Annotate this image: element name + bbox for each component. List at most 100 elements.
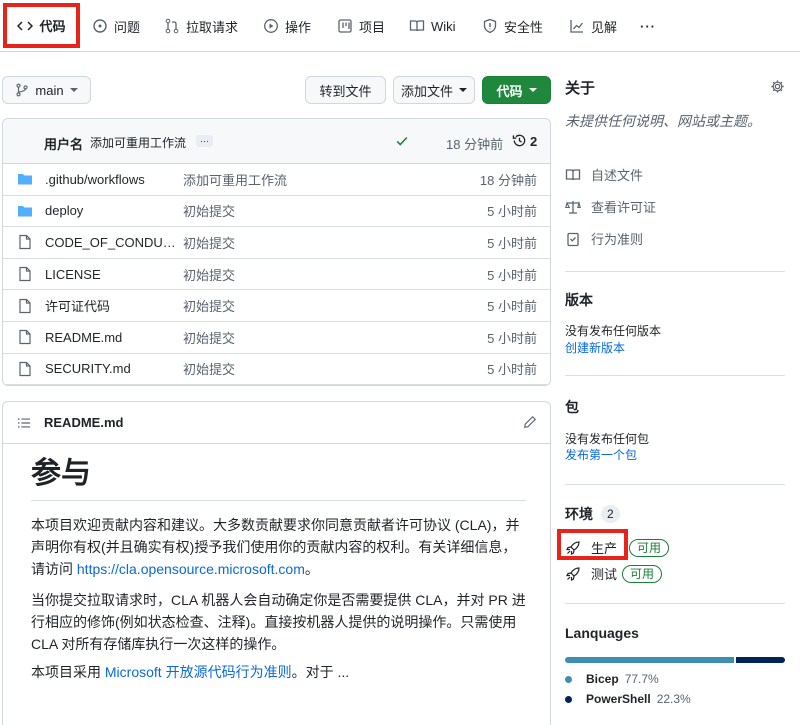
file-commit-message[interactable]: 初始提交 — [183, 296, 235, 315]
releases-empty: 没有发布任何版本 — [565, 324, 662, 338]
environments-title[interactable]: 环境 — [565, 504, 593, 524]
file-commit-message[interactable]: 初始提交 — [183, 328, 235, 347]
about-links: 自述文件 查看许可证 行为准则 — [565, 165, 785, 255]
tab-actions[interactable]: 操作 — [263, 0, 311, 52]
go-to-file-button[interactable]: 转到文件 — [305, 76, 386, 104]
language-item-powershell[interactable]: PowerShell 22.3% — [565, 692, 785, 706]
file-row[interactable]: CODE_OF_CONDUKT... 初始提交 5 小时前 — [3, 227, 550, 259]
status-badge: 可用 — [622, 565, 663, 583]
history-icon[interactable] — [512, 133, 527, 148]
readme-paragraph-2: 当你提交拉取请求时，CLA 机器人会自动确定你是否需要提供 CLA，并对 PR … — [31, 592, 526, 652]
tab-wiki[interactable]: Wiki — [409, 0, 456, 52]
language-percent: 22.3% — [656, 692, 691, 706]
releases-title[interactable]: 版本 — [565, 290, 785, 310]
tab-label: 安全性 — [504, 19, 544, 35]
file-row[interactable]: SECURITY.md 初始提交 5 小时前 — [3, 354, 550, 385]
environments-header: 环境 2 — [565, 504, 785, 524]
p3-text: 本项目采用 — [31, 664, 105, 680]
tab-projects[interactable]: 项目 — [337, 0, 385, 52]
clipboard-icon — [567, 232, 579, 246]
file-name[interactable]: SECURITY.md — [45, 361, 177, 376]
file-row[interactable]: LICENSE 初始提交 5 小时前 — [3, 259, 550, 291]
tab-issues[interactable]: 问题 — [92, 0, 140, 52]
divider — [565, 484, 785, 485]
file-icon — [17, 298, 33, 314]
commit-message[interactable]: 添加可重用工作流 — [90, 134, 186, 151]
tab-code[interactable]: 代码 — [3, 3, 80, 48]
tab-label: 见解 — [591, 19, 618, 35]
cla-link[interactable]: https://cla.opensource.microsoft.com — [77, 561, 305, 577]
more-tabs-button[interactable]: ··· — [640, 0, 656, 52]
commit-author[interactable]: 用户名 — [44, 134, 83, 153]
file-name[interactable]: .github/workflows — [45, 172, 177, 187]
chevron-down-icon — [459, 88, 467, 92]
environments-count: 2 — [601, 505, 620, 523]
tab-security[interactable]: 安全性 — [482, 0, 543, 52]
file-commit-message[interactable]: 初始提交 — [183, 201, 235, 220]
file-browser: 用户名 添加可重用工作流 ··· 18 分钟前 2 .github/workfl… — [2, 118, 551, 386]
tab-insights[interactable]: 见解 — [569, 0, 617, 52]
file-name[interactable]: deploy — [45, 203, 177, 218]
add-file-button[interactable]: 添加文件 — [393, 76, 475, 104]
issue-icon — [93, 19, 107, 33]
language-item-bicep[interactable]: Bicep 77.7% — [565, 672, 785, 686]
list-icon[interactable] — [17, 416, 31, 430]
language-percent: 77.7% — [624, 672, 659, 686]
file-commit-time: 5 小时前 — [487, 235, 537, 251]
scale-icon — [565, 200, 581, 214]
about-description: 未提供任何说明、网站或主题。 — [565, 113, 761, 129]
pencil-icon[interactable] — [523, 415, 537, 429]
play-icon — [264, 19, 278, 33]
readme-header: README.md — [3, 402, 550, 444]
folder-icon — [17, 203, 33, 219]
status-badge: 可用 — [629, 539, 670, 557]
file-name[interactable]: 许可证代码 — [45, 296, 177, 315]
more-icon: ··· — [640, 18, 656, 34]
commit-count[interactable]: 2 — [530, 134, 537, 149]
file-commit-message[interactable]: 初始提交 — [183, 233, 235, 252]
file-commit-time: 5 小时前 — [487, 299, 537, 315]
file-name[interactable]: CODE_OF_CONDUKT... — [45, 235, 177, 250]
language-bar — [565, 657, 785, 663]
create-release-link[interactable]: 创建新版本 — [565, 339, 785, 356]
tab-pull-requests[interactable]: 拉取请求 — [164, 0, 238, 52]
file-row[interactable]: README.md 初始提交 5 小时前 — [3, 322, 550, 354]
branch-icon — [16, 83, 28, 97]
chevron-down-icon — [69, 88, 78, 92]
book-icon — [409, 20, 425, 32]
file-name[interactable]: LICENSE — [45, 267, 177, 282]
file-commit-time: 5 小时前 — [487, 362, 537, 378]
env-production-link[interactable]: 生产 — [565, 538, 617, 557]
readme-filename[interactable]: README.md — [44, 415, 123, 430]
file-row[interactable]: 许可证代码 初始提交 5 小时前 — [3, 290, 550, 322]
env-test[interactable]: 测试 可用 — [565, 564, 785, 583]
publish-package-link[interactable]: 发布第一个包 — [565, 446, 785, 463]
license-link[interactable]: 查看许可证 — [565, 197, 656, 216]
tab-label: Wiki — [431, 18, 456, 34]
p1-end: 。 — [304, 561, 319, 577]
file-commit-message[interactable]: 添加可重用工作流 — [183, 170, 287, 189]
env-production-name: 生产 — [591, 541, 618, 556]
gear-icon[interactable] — [770, 79, 785, 94]
rocket-icon — [566, 540, 580, 555]
code-icon — [17, 20, 34, 31]
packages-title[interactable]: 包 — [565, 397, 785, 417]
code-of-conduct-sidebar-link[interactable]: 行为准则 — [565, 229, 643, 248]
env-test-link[interactable]: 测试 — [565, 564, 617, 583]
code-of-conduct-link[interactable]: Microsoft 开放源代码行为准则 — [105, 664, 292, 680]
file-name[interactable]: README.md — [45, 330, 177, 345]
file-row[interactable]: .github/workflows 添加可重用工作流 18 分钟前 — [3, 164, 550, 196]
shield-icon — [483, 18, 497, 34]
branch-selector[interactable]: main — [2, 76, 91, 104]
file-commit-message[interactable]: 初始提交 — [183, 359, 235, 378]
file-row[interactable]: deploy 初始提交 5 小时前 — [3, 196, 550, 228]
license-link-label: 查看许可证 — [591, 200, 657, 215]
divider — [565, 271, 785, 272]
readme-link[interactable]: 自述文件 — [565, 165, 643, 184]
file-commit-time: 5 小时前 — [487, 330, 537, 346]
commit-expand-button[interactable]: ··· — [196, 135, 213, 147]
env-production[interactable]: 生产 可用 — [565, 538, 785, 557]
file-commit-message[interactable]: 初始提交 — [183, 265, 235, 284]
code-button[interactable]: 代码 — [482, 76, 551, 104]
file-icon — [17, 266, 33, 282]
